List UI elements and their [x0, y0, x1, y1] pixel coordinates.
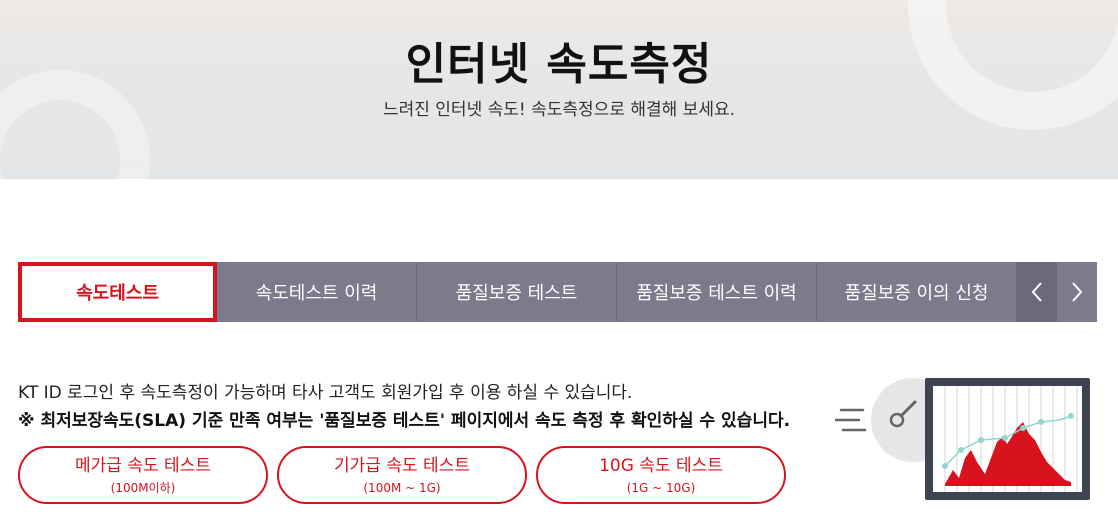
sla-notice: ※ 최저보장속도(SLA) 기준 만족 여부는 '품질보증 테스트' 페이지에서… — [18, 411, 791, 431]
button-range: (100M ~ 1G) — [363, 480, 441, 495]
button-range: (1G ~ 10G) — [626, 480, 696, 495]
button-label: 메가급 속도 테스트 — [75, 455, 211, 476]
giga-speed-test-button[interactable]: 기가급 속도 테스트 (100M ~ 1G) — [277, 446, 527, 504]
button-label: 기가급 속도 테스트 — [334, 455, 470, 476]
speed-lines-icon — [835, 408, 867, 432]
tab-quality-test[interactable]: 품질보증 테스트 — [417, 262, 617, 322]
speed-monitor-illustration — [835, 378, 1090, 500]
tab-next-button[interactable] — [1057, 262, 1097, 322]
10g-speed-test-button[interactable]: 10G 속도 테스트 (1G ~ 10G) — [536, 446, 786, 504]
tab-speed-test[interactable]: 속도테스트 — [18, 262, 217, 322]
chevron-left-icon — [1031, 282, 1042, 302]
tab-quality-objection[interactable]: 품질보증 이의 신청 — [817, 262, 1017, 322]
tab-speed-test-history[interactable]: 속도테스트 이력 — [217, 262, 417, 322]
hero-banner: 인터넷 속도측정 느려진 인터넷 속도! 속도측정으로 해결해 보세요. — [0, 0, 1118, 179]
button-range: (100M이하) — [110, 480, 176, 495]
page-title: 인터넷 속도측정 — [405, 39, 713, 90]
mega-speed-test-button[interactable]: 메가급 속도 테스트 (100M이하) — [18, 446, 268, 504]
tab-bar: 속도테스트 속도테스트 이력 품질보증 테스트 품질보증 테스트 이력 품질보증… — [18, 262, 1118, 322]
tab-quality-test-history[interactable]: 품질보증 테스트 이력 — [617, 262, 817, 322]
tab-prev-button[interactable] — [1017, 262, 1057, 322]
login-notice: KT ID 로그인 후 속도측정이 가능하며 타사 고객도 회원가입 후 이용 … — [18, 383, 633, 403]
page-subtitle: 느려진 인터넷 속도! 속도측정으로 해결해 보세요. — [382, 100, 736, 120]
chevron-right-icon — [1072, 282, 1083, 302]
speed-test-buttons: 메가급 속도 테스트 (100M이하) 기가급 속도 테스트 (100M ~ 1… — [18, 446, 786, 504]
button-label: 10G 속도 테스트 — [599, 455, 723, 476]
